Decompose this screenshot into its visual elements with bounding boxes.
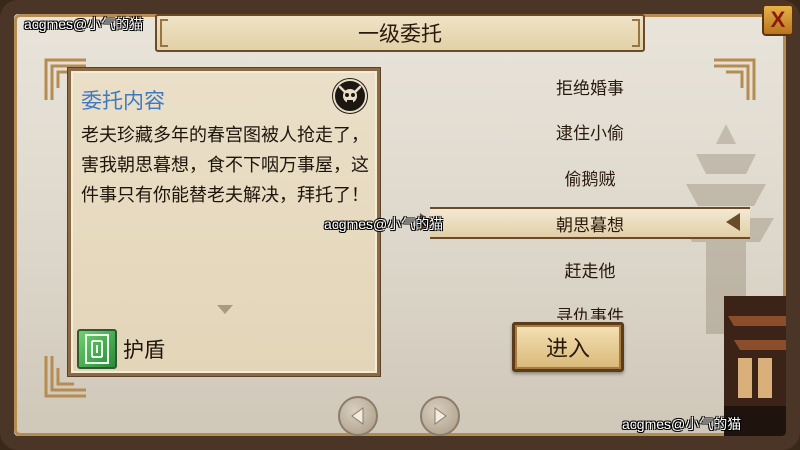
- skull-icon: [333, 79, 367, 113]
- quest-list-item[interactable]: 偷鹅贼: [430, 161, 750, 193]
- watermark-top-left: acgmes@小气的猫: [24, 16, 144, 32]
- triangle-right-icon: [434, 407, 447, 425]
- close-icon: X: [770, 7, 786, 32]
- title-text: 一级委托: [358, 22, 442, 46]
- quest-list-item[interactable]: 拒绝婚事: [430, 70, 750, 102]
- quest-list-item[interactable]: 赶走他: [430, 253, 750, 285]
- dialog-title: 一级委托: [155, 14, 645, 52]
- next-page-button[interactable]: [420, 396, 460, 436]
- watermark-bottom-right: acgmes@小气的猫: [622, 416, 742, 432]
- quest-list-item-selected[interactable]: 朝思暮想: [430, 207, 750, 239]
- close-button[interactable]: X: [762, 4, 794, 36]
- watermark-center: acgmes@小气的猫: [324, 216, 444, 232]
- triangle-left-icon: [351, 407, 364, 425]
- quest-list-item[interactable]: 寻仇事件: [430, 298, 750, 321]
- quest-description: 老夫珍藏多年的春宫图被人抢走了，害我朝思暮想，食不下咽万事屋，这件事只有你能替老…: [81, 125, 369, 206]
- enter-button[interactable]: 进入: [512, 322, 624, 372]
- reward-label: 护盾: [123, 338, 165, 362]
- quest-detail-heading: 委托内容: [81, 89, 165, 113]
- quest-list: 拒绝婚事 逮住小偷 偷鹅贼 朝思暮想 赶走他 寻仇事件: [430, 68, 750, 320]
- prev-page-button[interactable]: [338, 396, 378, 436]
- quest-list-item[interactable]: 逮住小偷: [430, 115, 750, 147]
- scroll-down-icon[interactable]: [217, 305, 233, 314]
- shield-item-icon: [77, 329, 117, 369]
- reward-item: 护盾: [77, 329, 165, 369]
- selection-right-arrow-icon: [726, 213, 740, 231]
